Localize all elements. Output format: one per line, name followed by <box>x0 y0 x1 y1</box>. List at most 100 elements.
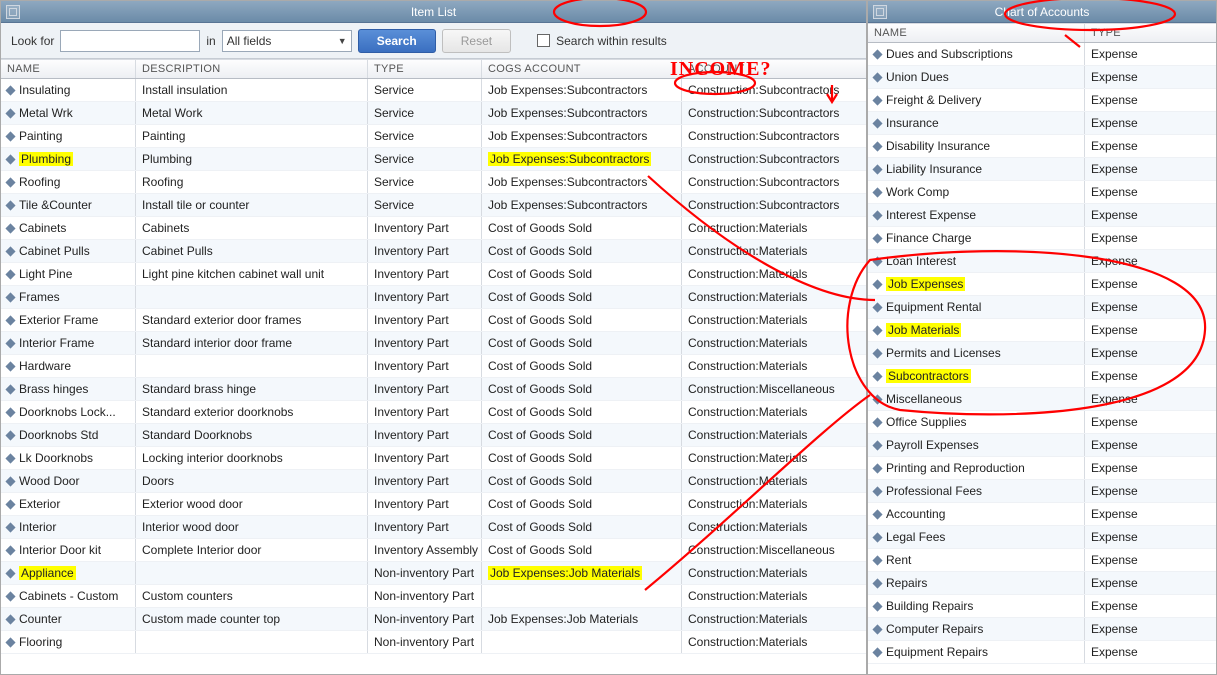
item-cogs <box>482 631 682 653</box>
reset-button[interactable]: Reset <box>442 29 511 53</box>
diamond-icon <box>873 463 883 473</box>
table-row[interactable]: Loan InterestExpense <box>868 250 1216 273</box>
table-row[interactable]: Finance ChargeExpense <box>868 227 1216 250</box>
col-desc-header[interactable]: DESCRIPTION <box>136 60 368 78</box>
col-cogs-header[interactable]: COGS ACCOUNT <box>482 60 682 78</box>
account-name: Freight & Delivery <box>886 93 981 107</box>
table-row[interactable]: Legal FeesExpense <box>868 526 1216 549</box>
table-row[interactable]: RoofingRoofingServiceJob Expenses:Subcon… <box>1 171 866 194</box>
account-type: Expense <box>1085 641 1216 663</box>
diamond-icon <box>6 269 16 279</box>
item-account: Construction:Subcontractors <box>682 125 862 147</box>
table-row[interactable]: Exterior FrameStandard exterior door fra… <box>1 309 866 332</box>
table-row[interactable]: Work CompExpense <box>868 181 1216 204</box>
table-row[interactable]: Payroll ExpensesExpense <box>868 434 1216 457</box>
table-row[interactable]: RepairsExpense <box>868 572 1216 595</box>
table-row[interactable]: Permits and LicensesExpense <box>868 342 1216 365</box>
item-type: Inventory Part <box>368 516 482 538</box>
table-row[interactable]: Dues and SubscriptionsExpense <box>868 43 1216 66</box>
col-account-type-header[interactable]: TYPE <box>1085 24 1216 42</box>
diamond-icon <box>873 647 883 657</box>
item-list-titlebar[interactable]: Item List <box>1 1 866 23</box>
restore-icon[interactable] <box>873 5 887 19</box>
table-row[interactable]: Cabinet PullsCabinet PullsInventory Part… <box>1 240 866 263</box>
item-list-panel: Item List Look for in All fields ▼ Searc… <box>0 0 867 675</box>
col-name-header[interactable]: NAME <box>1 60 136 78</box>
table-row[interactable]: InsulatingInstall insulationServiceJob E… <box>1 79 866 102</box>
table-row[interactable]: Job MaterialsExpense <box>868 319 1216 342</box>
table-row[interactable]: Freight & DeliveryExpense <box>868 89 1216 112</box>
account-name: Legal Fees <box>886 530 945 544</box>
item-list-body[interactable]: InsulatingInstall insulationServiceJob E… <box>1 79 866 674</box>
item-desc: Doors <box>136 470 368 492</box>
table-row[interactable]: SubcontractorsExpense <box>868 365 1216 388</box>
table-row[interactable]: Doorknobs Lock...Standard exterior doork… <box>1 401 866 424</box>
table-row[interactable]: Union DuesExpense <box>868 66 1216 89</box>
diamond-icon <box>6 407 16 417</box>
table-row[interactable]: ExteriorExterior wood doorInventory Part… <box>1 493 866 516</box>
table-row[interactable]: Lk DoorknobsLocking interior doorknobsIn… <box>1 447 866 470</box>
lookfor-input[interactable] <box>60 30 200 52</box>
table-row[interactable]: HardwareInventory PartCost of Goods Sold… <box>1 355 866 378</box>
diamond-icon <box>873 578 883 588</box>
table-row[interactable]: AccountingExpense <box>868 503 1216 526</box>
restore-icon[interactable] <box>6 5 20 19</box>
item-type: Inventory Part <box>368 240 482 262</box>
table-row[interactable]: ApplianceNon-inventory PartJob Expenses:… <box>1 562 866 585</box>
col-type-header[interactable]: TYPE <box>368 60 482 78</box>
table-row[interactable]: MiscellaneousExpense <box>868 388 1216 411</box>
table-row[interactable]: Equipment RepairsExpense <box>868 641 1216 664</box>
account-name: Dues and Subscriptions <box>886 47 1013 61</box>
col-account-name-header[interactable]: NAME <box>868 24 1085 42</box>
coa-titlebar[interactable]: Chart of Accounts <box>868 1 1216 23</box>
table-row[interactable]: Building RepairsExpense <box>868 595 1216 618</box>
item-cogs: Job Expenses:Job Materials <box>482 562 682 584</box>
table-row[interactable]: Wood DoorDoorsInventory PartCost of Good… <box>1 470 866 493</box>
search-button[interactable]: Search <box>358 29 436 53</box>
coa-body[interactable]: Dues and SubscriptionsExpenseUnion DuesE… <box>868 43 1216 674</box>
table-row[interactable]: Doorknobs StdStandard DoorknobsInventory… <box>1 424 866 447</box>
item-desc: Custom made counter top <box>136 608 368 630</box>
account-name: Rent <box>886 553 911 567</box>
table-row[interactable]: Computer RepairsExpense <box>868 618 1216 641</box>
table-row[interactable]: Tile &CounterInstall tile or counterServ… <box>1 194 866 217</box>
table-row[interactable]: CabinetsCabinetsInventory PartCost of Go… <box>1 217 866 240</box>
table-row[interactable]: FlooringNon-inventory PartConstruction:M… <box>1 631 866 654</box>
table-row[interactable]: Light PineLight pine kitchen cabinet wal… <box>1 263 866 286</box>
table-row[interactable]: Brass hingesStandard brass hingeInventor… <box>1 378 866 401</box>
field-select[interactable]: All fields ▼ <box>222 30 352 52</box>
table-row[interactable]: Printing and ReproductionExpense <box>868 457 1216 480</box>
item-cogs: Cost of Goods Sold <box>482 309 682 331</box>
item-desc: Install tile or counter <box>136 194 368 216</box>
table-row[interactable]: Professional FeesExpense <box>868 480 1216 503</box>
table-row[interactable]: PaintingPaintingServiceJob Expenses:Subc… <box>1 125 866 148</box>
table-row[interactable]: Office SuppliesExpense <box>868 411 1216 434</box>
table-row[interactable]: InsuranceExpense <box>868 112 1216 135</box>
item-account: Construction:Materials <box>682 217 862 239</box>
table-row[interactable]: InteriorInterior wood doorInventory Part… <box>1 516 866 539</box>
diamond-icon <box>873 210 883 220</box>
table-row[interactable]: RentExpense <box>868 549 1216 572</box>
item-type: Non-inventory Part <box>368 631 482 653</box>
table-row[interactable]: CounterCustom made counter topNon-invent… <box>1 608 866 631</box>
account-name: Professional Fees <box>886 484 982 498</box>
item-account: Construction:Materials <box>682 493 862 515</box>
table-row[interactable]: Interior FrameStandard interior door fra… <box>1 332 866 355</box>
table-row[interactable]: FramesInventory PartCost of Goods SoldCo… <box>1 286 866 309</box>
table-row[interactable]: Cabinets - CustomCustom countersNon-inve… <box>1 585 866 608</box>
table-row[interactable]: PlumbingPlumbingServiceJob Expenses:Subc… <box>1 148 866 171</box>
account-name: Permits and Licenses <box>886 346 1001 360</box>
table-row[interactable]: Metal WrkMetal WorkServiceJob Expenses:S… <box>1 102 866 125</box>
chart-of-accounts-panel: Chart of Accounts NAME TYPE Dues and Sub… <box>867 0 1217 675</box>
table-row[interactable]: Job ExpensesExpense <box>868 273 1216 296</box>
table-row[interactable]: Interest ExpenseExpense <box>868 204 1216 227</box>
in-label: in <box>206 34 215 48</box>
search-within-checkbox[interactable] <box>537 34 550 47</box>
table-row[interactable]: Equipment RentalExpense <box>868 296 1216 319</box>
table-row[interactable]: Interior Door kitComplete Interior doorI… <box>1 539 866 562</box>
item-name: Doorknobs Lock... <box>19 405 116 419</box>
account-type: Expense <box>1085 250 1216 272</box>
col-account-header[interactable]: ACCOUNT <box>682 60 862 78</box>
table-row[interactable]: Liability InsuranceExpense <box>868 158 1216 181</box>
table-row[interactable]: Disability InsuranceExpense <box>868 135 1216 158</box>
